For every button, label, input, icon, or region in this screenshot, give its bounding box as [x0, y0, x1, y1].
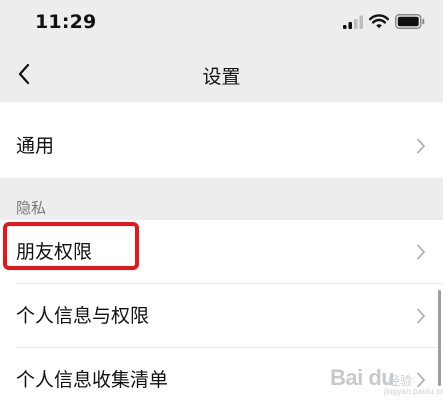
status-bar: 11:29 [0, 0, 443, 46]
general-group: 通用 [0, 102, 443, 178]
settings-item-friend-permissions[interactable]: 朋友权限 [0, 220, 443, 284]
settings-item-label: 个人信息与权限 [16, 305, 150, 327]
navigation-bar: 设置 [0, 46, 443, 102]
chevron-right-icon [417, 138, 425, 154]
battery-icon [395, 14, 425, 29]
wifi-icon [369, 14, 389, 29]
settings-item-label: 通用 [16, 135, 55, 157]
settings-item-personal-info-permissions[interactable]: 个人信息与权限 [0, 284, 443, 348]
settings-item-label: 个人信息收集清单 [16, 369, 169, 391]
status-time: 11:29 [35, 11, 97, 33]
chevron-right-icon [417, 244, 425, 260]
watermark-url: jingyan.baidu.com [384, 387, 443, 396]
section-header-label: 隐私 [16, 199, 47, 217]
watermark: Bai du 经验 jingyan.baidu.com [330, 360, 443, 400]
chevron-right-icon [417, 308, 425, 324]
settings-item-general[interactable]: 通用 [0, 114, 443, 178]
settings-item-label: 朋友权限 [16, 241, 93, 263]
section-header-privacy: 隐私 [0, 178, 443, 220]
signal-icon [343, 15, 363, 29]
page-title: 设置 [202, 66, 241, 88]
